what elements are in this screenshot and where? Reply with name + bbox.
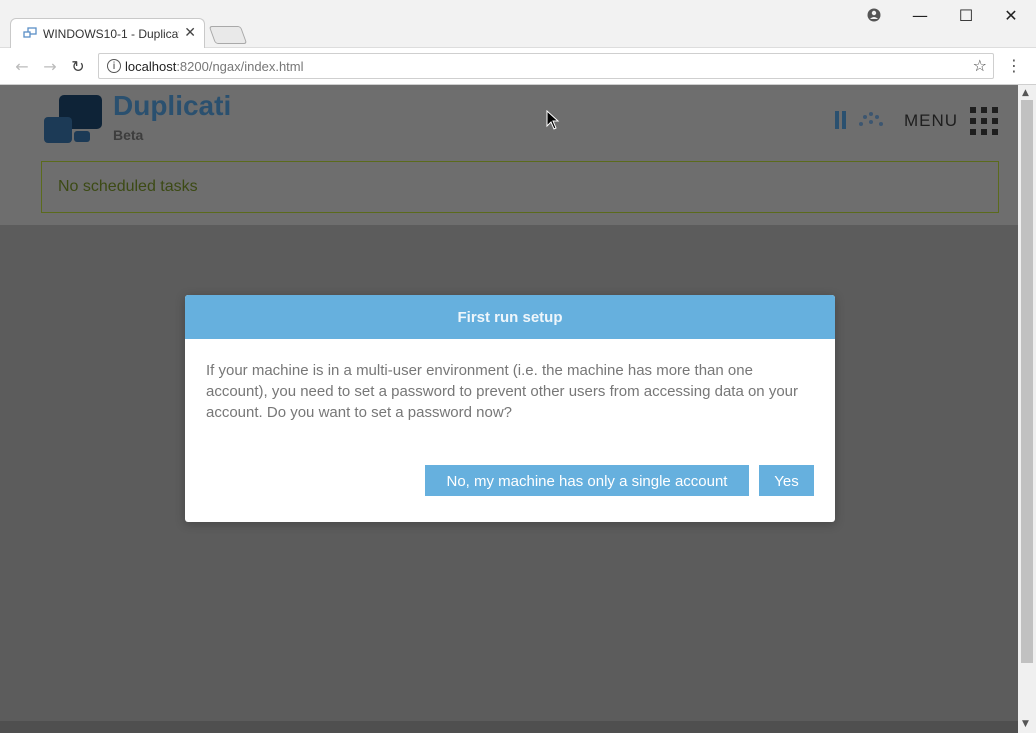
tab-close-icon[interactable]: ✕ [184,25,196,41]
address-bar[interactable]: i localhost:8200/ngax/index.html ☆ [98,53,994,79]
dialog-header: First run setup [185,295,835,339]
app-logo-subtitle: Beta [113,127,144,143]
app-logo-title[interactable]: Duplicati [113,90,231,122]
tab-duplicati[interactable]: WINDOWS10-1 - Duplicati ✕ [10,18,205,48]
scroll-thumb[interactable] [1021,100,1033,663]
schedule-status-text: No scheduled tasks [58,178,198,195]
forward-arrow-icon[interactable]: → [40,57,60,76]
dialog-message: If your machine is in a multi-user envir… [206,362,798,421]
single-account-button[interactable]: No, my machine has only a single account [425,465,749,496]
reload-icon[interactable]: ↻ [68,57,88,76]
minimize-button[interactable]: — [910,6,930,25]
page-footer [0,721,1018,733]
page-scrollbar[interactable]: ▲ ▼ [1018,85,1036,733]
profile-icon[interactable] [867,8,881,22]
url-host: localhost [125,59,177,74]
duplicati-logo-icon [44,95,102,143]
url-text: localhost:8200/ngax/index.html [125,59,304,74]
scroll-down-icon[interactable]: ▼ [1022,719,1029,729]
mouse-cursor-icon [546,110,560,130]
favicon-icon [23,27,37,38]
browser-tabstrip: WINDOWS10-1 - Duplicati ✕ — ☐ ✕ [0,0,1036,48]
schedule-status-box: No scheduled tasks [41,161,999,213]
dialog-title: First run setup [457,309,563,326]
close-window-button[interactable]: ✕ [1001,6,1021,25]
yes-button[interactable]: Yes [759,465,814,496]
info-icon[interactable]: i [107,59,121,73]
tab-title: WINDOWS10-1 - Duplicati [43,27,179,41]
menu-button[interactable]: MENU [904,111,958,131]
browser-toolbar: ← → ↻ i localhost:8200/ngax/index.html ☆… [0,48,1036,85]
star-icon[interactable]: ☆ [973,56,987,75]
back-arrow-icon[interactable]: ← [12,57,32,76]
menu-grid-icon[interactable] [970,107,998,135]
url-path: :8200/ngax/index.html [176,59,304,74]
app-header: Duplicati Beta MENU No scheduled tasks [0,85,1018,225]
throttle-spinner-icon[interactable] [858,111,884,129]
scroll-up-icon[interactable]: ▲ [1022,88,1029,98]
new-tab-button[interactable] [208,26,248,44]
pause-icon[interactable] [834,111,848,129]
more-vert-icon[interactable]: ⋮ [1006,56,1022,75]
maximize-button[interactable]: ☐ [956,6,976,25]
first-run-dialog: First run setup If your machine is in a … [185,295,835,522]
